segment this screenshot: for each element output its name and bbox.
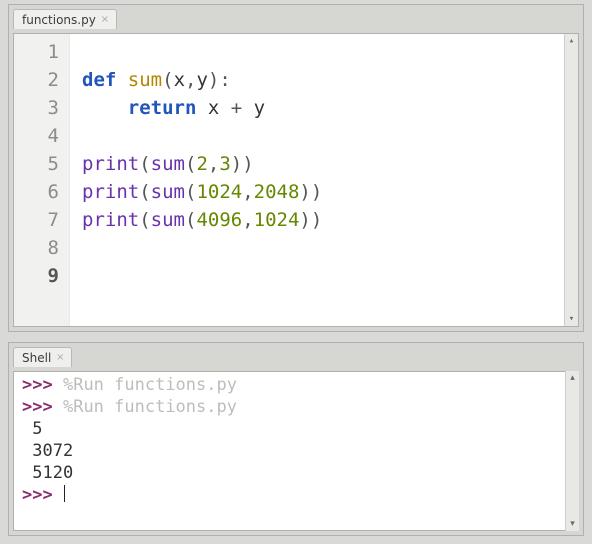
shell-body[interactable]: >>> %Run functions.py >>> %Run functions… bbox=[13, 371, 579, 531]
code-area[interactable]: def sum(x,y): return x + y print(sum(2,3… bbox=[70, 34, 578, 326]
shell-output: 5120 bbox=[22, 463, 73, 483]
shell-output: 3072 bbox=[22, 441, 73, 461]
tab-shell[interactable]: Shell × bbox=[13, 347, 72, 367]
shell-output: 5 bbox=[22, 419, 43, 439]
editor-tabbar: functions.py × bbox=[9, 5, 583, 29]
code-line: print(sum(1024,2048)) bbox=[82, 181, 322, 203]
code-line: print(sum(4096,1024)) bbox=[82, 209, 322, 231]
line-number-current: 9 bbox=[14, 262, 69, 290]
line-number: 8 bbox=[14, 234, 69, 262]
shell-line: >>> %Run functions.py bbox=[22, 375, 237, 395]
scroll-down-icon[interactable]: ▾ bbox=[566, 517, 579, 531]
line-number: 6 bbox=[14, 178, 69, 206]
scroll-up-icon[interactable]: ▴ bbox=[565, 34, 578, 48]
shell-line: >>> %Run functions.py bbox=[22, 397, 237, 417]
code-line: def sum(x,y): bbox=[82, 69, 231, 91]
code-line: return x + y bbox=[82, 97, 265, 119]
code-line: print(sum(2,3)) bbox=[82, 153, 254, 175]
tab-close-icon[interactable]: × bbox=[100, 15, 110, 25]
tab-close-icon[interactable]: × bbox=[55, 353, 65, 363]
editor-body: 1 2 3 4 5 6 7 8 9 def sum(x,y): return x… bbox=[13, 33, 579, 327]
line-number: 4 bbox=[14, 122, 69, 150]
shell-panel: Shell × >>> %Run functions.py >>> %Run f… bbox=[8, 342, 584, 536]
line-number: 7 bbox=[14, 206, 69, 234]
scroll-down-icon[interactable]: ▾ bbox=[565, 312, 578, 326]
line-number: 3 bbox=[14, 94, 69, 122]
scroll-up-icon[interactable]: ▴ bbox=[566, 371, 579, 385]
line-number: 2 bbox=[14, 66, 69, 94]
shell-tabbar: Shell × bbox=[9, 343, 583, 367]
line-number: 1 bbox=[14, 38, 69, 66]
shell-scrollbar[interactable]: ▴ ▾ bbox=[565, 371, 579, 531]
shell-prompt-line: >>> bbox=[22, 485, 65, 505]
tab-label: Shell bbox=[22, 351, 51, 365]
editor-panel: functions.py × 1 2 3 4 5 6 7 8 9 def sum… bbox=[8, 4, 584, 332]
tab-label: functions.py bbox=[22, 13, 96, 27]
editor-scrollbar[interactable]: ▴ ▾ bbox=[564, 34, 578, 326]
caret-icon bbox=[64, 485, 65, 502]
line-number-gutter: 1 2 3 4 5 6 7 8 9 bbox=[14, 34, 70, 326]
tab-functions-py[interactable]: functions.py × bbox=[13, 9, 117, 29]
line-number: 5 bbox=[14, 150, 69, 178]
